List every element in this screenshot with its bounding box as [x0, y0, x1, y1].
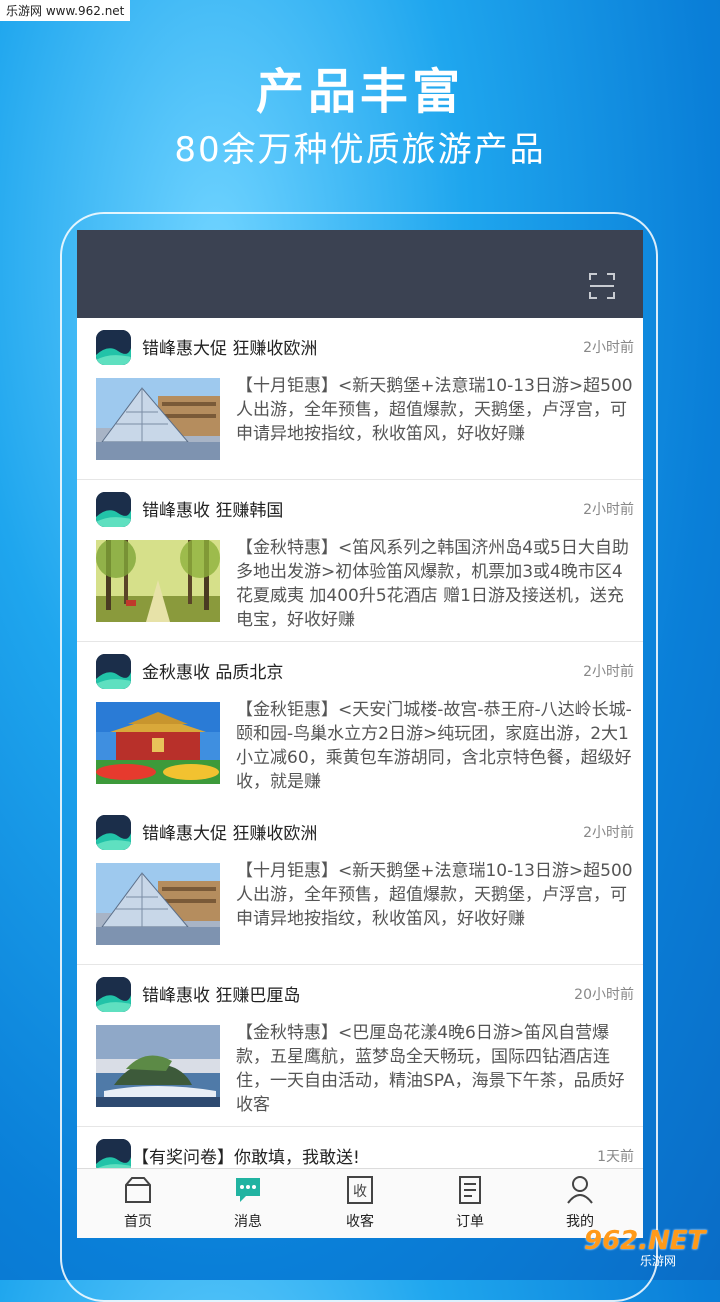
brand-logo-icon — [96, 492, 131, 527]
card-time: 2小时前 — [583, 502, 634, 518]
card-title: 错峰惠大促 狂赚收欧洲 — [142, 339, 318, 359]
feed-card[interactable]: 金秋惠收 品质北京 2小时前 【金秋钜惠】<天安门城楼-故宫-恭王府-八达岭长城… — [77, 642, 643, 803]
card-time: 2小时前 — [583, 825, 634, 841]
tab-label: 收客 — [346, 1214, 374, 1230]
brand-logo-icon — [96, 815, 131, 850]
autumn-forest-image — [96, 540, 220, 622]
card-description: 【金秋特惠】<笛风系列之韩国济州岛4或5日大自助 多地出发游>初体验笛风爆款，机… — [236, 538, 629, 630]
card-description: 【十月钜惠】<新天鹅堡+法意瑞10-13日游>超500人出游，全年预售，超值爆款… — [236, 376, 633, 444]
card-title: 错峰惠大促 狂赚收欧洲 — [142, 824, 318, 844]
tab-label: 订单 — [456, 1214, 484, 1230]
card-title: 【有奖问卷】你敢填，我敢送! — [132, 1148, 360, 1168]
svg-text:收: 收 — [353, 1184, 367, 1200]
top-bar — [77, 230, 643, 318]
feed-card[interactable]: 错峰惠大促 狂赚收欧洲 2小时前 【十月钜惠】<新天鹅堡+法意瑞10-13日游>… — [77, 318, 643, 480]
card-description: 【金秋钜惠】<天安门城楼-故宫-恭王府-八达岭长城-颐和园-鸟巢水立方2日游>纯… — [236, 700, 632, 792]
card-time: 20小时前 — [574, 987, 634, 1003]
profile-icon — [567, 1176, 593, 1204]
message-feed: 错峰惠大促 狂赚收欧洲 2小时前 【十月钜惠】<新天鹅堡+法意瑞10-13日游>… — [77, 318, 643, 1207]
tab-orders[interactable]: 订单 — [415, 1169, 525, 1238]
card-title: 错峰惠收 狂赚韩国 — [142, 501, 284, 521]
card-description: 【十月钜惠】<新天鹅堡+法意瑞10-13日游>超500人出游，全年预售，超值爆款… — [236, 861, 633, 929]
tab-home[interactable]: 首页 — [83, 1169, 193, 1238]
feed-card[interactable]: 错峰惠大促 狂赚收欧洲 2小时前 【十月钜惠】<新天鹅堡+法意瑞10-13日游>… — [77, 803, 643, 965]
brand-logo-icon — [96, 330, 131, 365]
watermark-bottom: 962.NET 乐游网 — [584, 1226, 714, 1270]
tab-collect[interactable]: 收 收客 — [305, 1169, 415, 1238]
card-time: 1天前 — [597, 1149, 634, 1165]
card-title: 错峰惠收 狂赚巴厘岛 — [142, 986, 301, 1006]
bottom-tab-bar: 首页 消息 收 收客 订单 我的 — [77, 1168, 643, 1238]
louvre-pyramid-image — [96, 863, 220, 945]
collect-icon: 收 — [347, 1176, 373, 1204]
louvre-pyramid-image — [96, 378, 220, 460]
promo-title: 产品丰富 — [255, 64, 464, 120]
bali-temple-image — [96, 1025, 220, 1107]
app-screen: 错峰惠大促 狂赚收欧洲 2小时前 【十月钜惠】<新天鹅堡+法意瑞10-13日游>… — [77, 230, 643, 1238]
card-description: 【金秋特惠】<巴厘岛花漾4晚6日游>笛风自营爆款，五星鹰航，蓝梦岛全天畅玩，国际… — [236, 1023, 625, 1115]
scan-icon[interactable] — [589, 272, 615, 300]
watermark-top: 乐游网 www.962.net — [0, 0, 131, 21]
card-time: 2小时前 — [583, 340, 634, 356]
brand-logo-icon — [96, 654, 131, 689]
tab-label: 消息 — [234, 1214, 262, 1230]
feed-card[interactable]: 错峰惠收 狂赚巴厘岛 20小时前 【金秋特惠】<巴厘岛花漾4晚6日游>笛风自营爆… — [77, 965, 643, 1127]
tab-label: 首页 — [124, 1214, 152, 1230]
feed-card[interactable]: 错峰惠收 狂赚韩国 2小时前 【金秋特惠】<笛风系列之韩国济州岛4或5日大自助 … — [77, 480, 643, 642]
watermark-site-name: 乐游网 — [640, 1254, 677, 1268]
card-title: 金秋惠收 品质北京 — [142, 663, 284, 683]
card-time: 2小时前 — [583, 664, 634, 680]
home-icon — [125, 1177, 151, 1203]
brand-logo-icon — [96, 977, 131, 1012]
tab-messages[interactable]: 消息 — [193, 1169, 303, 1238]
message-icon — [236, 1178, 260, 1202]
order-icon — [459, 1176, 481, 1204]
tiananmen-image — [96, 702, 220, 784]
promo-subtitle: 80余万种优质旅游产品 — [174, 130, 546, 170]
